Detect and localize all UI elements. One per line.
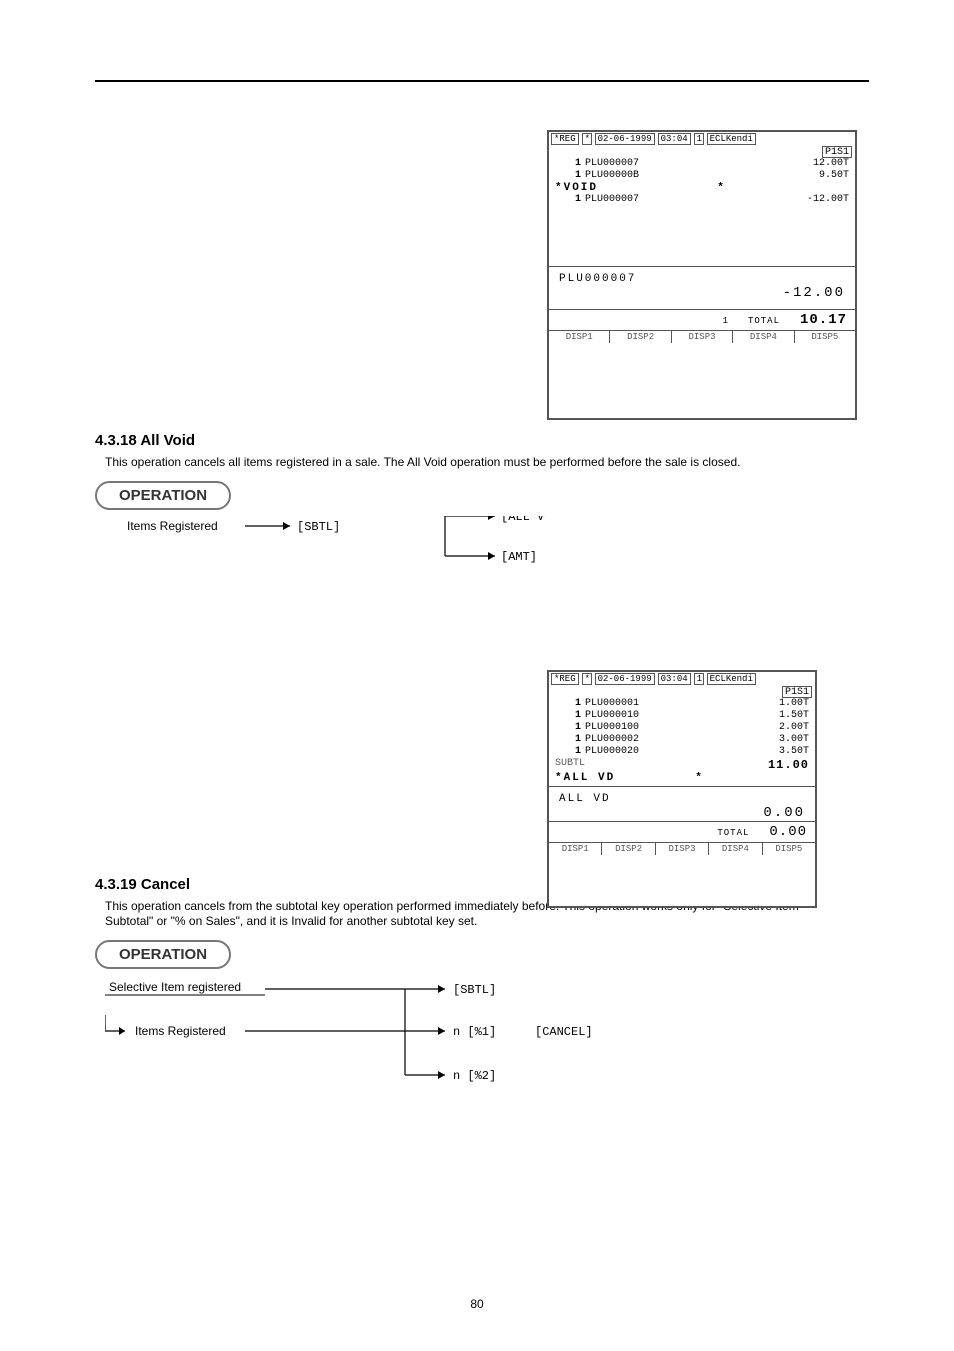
sale-lines-1: 1 PLU000007 12.00T 1 PLU00000B 9.50T *VO… [549, 158, 855, 206]
svg-text:n [%1]: n [%1] [453, 1025, 496, 1039]
sale-line: 1PLU0000101.50T [549, 710, 815, 722]
big-item-amount: 0.00 [549, 805, 815, 821]
status-bar-1: *REG * 02-06-1999 03:04 1 ECLKendi [549, 132, 855, 146]
sale-line: 1PLU0000203.50T [549, 746, 815, 758]
sale-line: 1 PLU00000B 9.50T [549, 170, 855, 182]
screen-mockup-1: *REG * 02-06-1999 03:04 1 ECLKendi P1S1 … [547, 130, 857, 420]
void-right: * [717, 182, 726, 194]
disp-tab: DISP2 [610, 331, 671, 343]
allvd-left: *ALL VD [555, 772, 615, 784]
void-left: *VOID [555, 182, 598, 194]
amt: 12.00T [779, 158, 849, 170]
disp-tab: DISP3 [656, 843, 709, 855]
time-field: 03:04 [658, 133, 691, 145]
sale-line: 1PLU0001002.00T [549, 722, 815, 734]
star-field: * [582, 133, 592, 145]
desc: PLU000007 [585, 158, 779, 170]
desc: PLU00000B [585, 170, 779, 182]
paragraph-all-void: This operation cancels all items registe… [105, 455, 869, 471]
section-cancel: 4.3.19 Cancel This operation cancels fro… [95, 876, 869, 1115]
flag-field: 1 [694, 673, 704, 685]
big-item-name: ALL VD [559, 793, 611, 805]
total-label: TOTAL [748, 316, 780, 326]
qty: 1 [555, 158, 585, 170]
page-number: 80 [470, 1297, 483, 1311]
allvd-right: * [695, 772, 704, 784]
svg-text:Items Registered: Items Registered [135, 1024, 226, 1038]
disp-tab: DISP5 [795, 331, 855, 343]
total-label: TOTAL [717, 828, 749, 838]
big-item-row: PLU000007 [549, 266, 855, 285]
spacer [549, 206, 855, 266]
amt: 9.50T [779, 170, 849, 182]
document-page: *REG * 02-06-1999 03:04 1 ECLKendi P1S1 … [0, 0, 954, 1115]
operation-pill: OPERATION [95, 481, 231, 510]
flow-diagram-cancel: Selective Item registered [SBTL] Items R… [105, 975, 869, 1115]
svg-text:[CANCEL]: [CANCEL] [535, 1025, 593, 1039]
section-all-void: 4.3.18 All Void This operation cancels a… [95, 432, 869, 586]
screen-mockup-2: *REG * 02-06-1999 03:04 1 ECLKendi P1S1 … [547, 670, 817, 908]
disp-tab: DISP1 [549, 331, 610, 343]
mode-field: *REG [551, 673, 579, 685]
heading-all-void: 4.3.18 All Void [95, 432, 869, 449]
disp-tab: DISP3 [672, 331, 733, 343]
sale-line: 1PLU0000011.00T [549, 698, 815, 710]
badge-row: P1S1 [549, 686, 815, 698]
disp-tab-row: DISP1 DISP2 DISP3 DISP4 DISP5 [549, 842, 815, 855]
void-line: 1 PLU000007 -12.00T [549, 194, 855, 206]
svg-text:n [%2]: n [%2] [453, 1069, 496, 1083]
disp-tab: DISP4 [709, 843, 762, 855]
operation-pill: OPERATION [95, 940, 231, 969]
big-item-row: ALL VD [549, 787, 815, 805]
total-count: 1 [723, 316, 728, 326]
total-value: 0.00 [769, 824, 807, 840]
disp-tab: DISP2 [602, 843, 655, 855]
time-field: 03:04 [658, 673, 691, 685]
spacer [549, 301, 855, 309]
disp-tab: DISP5 [763, 843, 815, 855]
sale-line: 1 PLU000007 12.00T [549, 158, 855, 170]
subtotal-row: SUBTL 11.00 [549, 758, 815, 772]
total-row: 1 TOTAL 10.17 [549, 309, 855, 330]
disp-tab: DISP1 [549, 843, 602, 855]
big-item-name: PLU000007 [559, 273, 636, 285]
svg-text:[SBTL]: [SBTL] [297, 520, 340, 534]
svg-text:Items Registered: Items Registered [127, 519, 218, 533]
flow-diagram-all-void: Items Registered [SBTL] [ALL VOID] [AMT]… [125, 516, 869, 586]
key-all-void: [ALL VOID] [501, 516, 545, 524]
top-rule [95, 80, 869, 82]
svg-text:Selective Item registered: Selective Item registered [109, 980, 241, 994]
subtotal-label: SUBTL [555, 758, 585, 772]
clerk-field: ECLKendi [707, 133, 756, 145]
badge-field: P1S1 [822, 146, 852, 158]
qty: 1 [555, 194, 585, 206]
flag-field: 1 [694, 133, 704, 145]
subtotal-value: 11.00 [768, 758, 809, 772]
star-field: * [582, 673, 592, 685]
svg-text:[SBTL]: [SBTL] [453, 983, 496, 997]
disp-tab-row: DISP1 DISP2 DISP3 DISP4 DISP5 [549, 330, 855, 343]
sale-lines-2: 1PLU0000011.00T 1PLU0000101.50T 1PLU0001… [549, 698, 815, 758]
status-bar-2: *REG * 02-06-1999 03:04 1 ECLKendi [549, 672, 815, 686]
total-row: TOTAL 0.00 [549, 821, 815, 842]
badge-field: P1S1 [782, 686, 812, 698]
disp-tab: DISP4 [733, 331, 794, 343]
svg-text:[AMT] [ALL VOID]: [AMT] [ALL VOID] [501, 550, 545, 564]
badge-row: P1S1 [549, 146, 855, 158]
qty: 1 [555, 170, 585, 182]
sale-line: 1PLU0000023.00T [549, 734, 815, 746]
total-value: 10.17 [800, 312, 847, 328]
clerk-field: ECLKendi [707, 673, 756, 685]
void-marker-row: *VOID * [549, 182, 855, 194]
amt: -12.00T [779, 194, 849, 206]
mode-field: *REG [551, 133, 579, 145]
date-field: 02-06-1999 [595, 673, 655, 685]
desc: PLU000007 [585, 194, 779, 206]
all-void-marker-row: *ALL VD * [549, 772, 815, 787]
date-field: 02-06-1999 [595, 133, 655, 145]
big-item-amount: -12.00 [549, 285, 855, 301]
